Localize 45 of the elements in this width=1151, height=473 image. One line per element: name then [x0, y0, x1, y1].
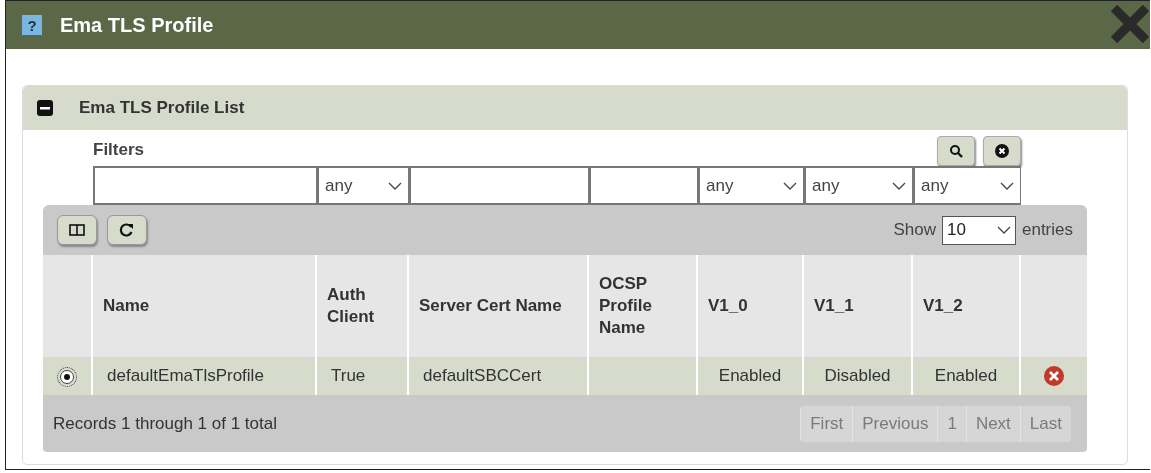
- table-cell: defaultSBCCert: [423, 366, 542, 385]
- column-header[interactable]: V1_0: [697, 255, 803, 357]
- close-icon: [995, 144, 1009, 158]
- table-cell: Enabled: [934, 366, 998, 385]
- search-button[interactable]: [937, 136, 975, 166]
- chevron-icon: [1000, 181, 1014, 190]
- column-header[interactable]: OCSP Profile Name: [588, 255, 697, 357]
- chevron-icon: [892, 181, 906, 190]
- clear-button[interactable]: [983, 136, 1021, 166]
- page-size-dropdown[interactable]: 10: [941, 215, 1016, 245]
- filter-field[interactable]: [409, 166, 589, 205]
- column-header[interactable]: Name: [92, 255, 316, 357]
- column-header[interactable]: Auth Client: [316, 255, 408, 357]
- filter-dropdown[interactable]: any: [913, 166, 1021, 205]
- refresh-button[interactable]: [107, 215, 147, 245]
- table-cell: Enabled: [718, 366, 782, 385]
- close-icon[interactable]: [1110, 4, 1150, 44]
- panel-title: Ema TLS Profile List: [79, 98, 245, 118]
- entries-label: entries: [1021, 220, 1073, 240]
- collapse-icon[interactable]: [37, 100, 53, 116]
- window-title: Ema TLS Profile: [60, 13, 214, 37]
- column-header[interactable]: V1_2: [912, 255, 1020, 357]
- records-summary: Records 1 through 1 of 1 total: [53, 413, 277, 434]
- chevron-icon: [388, 181, 402, 190]
- table-cell: defaultEmaTlsProfile: [107, 366, 264, 385]
- chevron-icon: [783, 181, 797, 190]
- filter-dropdown[interactable]: any: [804, 166, 913, 205]
- table-cell: Disabled: [824, 366, 891, 385]
- filter-dropdown[interactable]: any: [698, 166, 804, 205]
- filters-label: Filters: [93, 140, 145, 161]
- column-header[interactable]: V1_1: [803, 255, 912, 357]
- help-icon[interactable]: ?: [22, 15, 42, 35]
- table-cell: True: [331, 366, 366, 385]
- search-icon: [949, 144, 963, 158]
- columns-button[interactable]: [57, 215, 97, 245]
- show-label: Show: [893, 220, 936, 240]
- filter-dropdown[interactable]: any: [317, 166, 409, 205]
- row-radio[interactable]: [60, 369, 74, 384]
- filter-field[interactable]: [589, 166, 698, 205]
- refresh-icon: [119, 223, 135, 237]
- columns-icon: [69, 224, 85, 236]
- chevron-icon: [996, 226, 1011, 234]
- column-header[interactable]: Server Cert Name: [408, 255, 588, 357]
- filter-field[interactable]: [93, 166, 317, 205]
- delete-icon[interactable]: [1044, 366, 1064, 387]
